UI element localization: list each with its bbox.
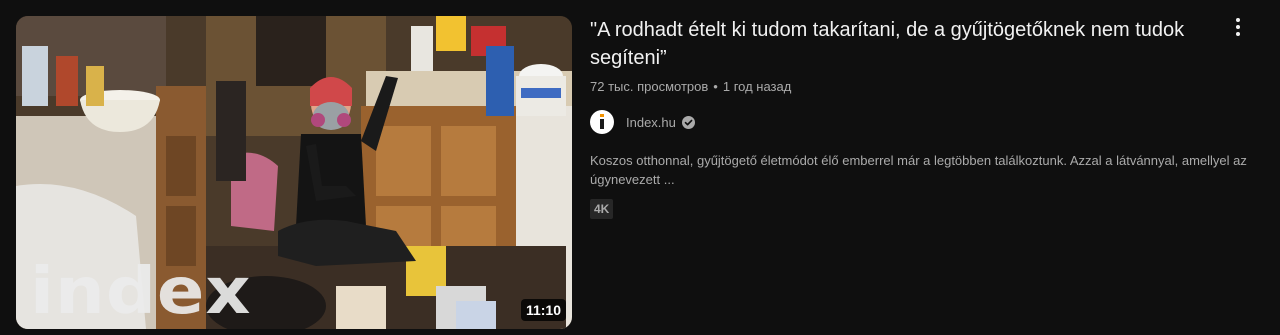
- channel-name[interactable]: Index.hu: [626, 115, 676, 130]
- channel-row[interactable]: Index.hu: [590, 110, 1220, 134]
- verified-check-icon: [681, 115, 695, 129]
- more-actions-button[interactable]: [1224, 13, 1252, 41]
- video-metadata: "A rodhadt ételt ki tudom takarítani, de…: [590, 16, 1247, 219]
- video-thumbnail[interactable]: index 11:10: [16, 16, 572, 329]
- view-count: 72 тыс. просмотров: [590, 79, 709, 94]
- upload-age: 1 год назад: [722, 79, 792, 94]
- video-stats: 72 тыс. просмотров • 1 год назад: [590, 78, 1220, 96]
- thumbnail-watermark: index: [30, 253, 252, 329]
- duration-badge: 11:10: [520, 299, 566, 321]
- video-result-row[interactable]: index 11:10 "A rodhadt ételt ki tudom ta…: [0, 0, 1280, 335]
- index-logo-icon[interactable]: [590, 110, 614, 134]
- video-title[interactable]: "A rodhadt ételt ki tudom takarítani, de…: [590, 16, 1220, 72]
- video-description: Koszos otthonnal, gyűjtögető életmódot é…: [590, 153, 1247, 187]
- separator-dot: •: [713, 79, 718, 94]
- quality-badge: 4K: [590, 199, 614, 219]
- more-vert-icon: [1236, 18, 1240, 36]
